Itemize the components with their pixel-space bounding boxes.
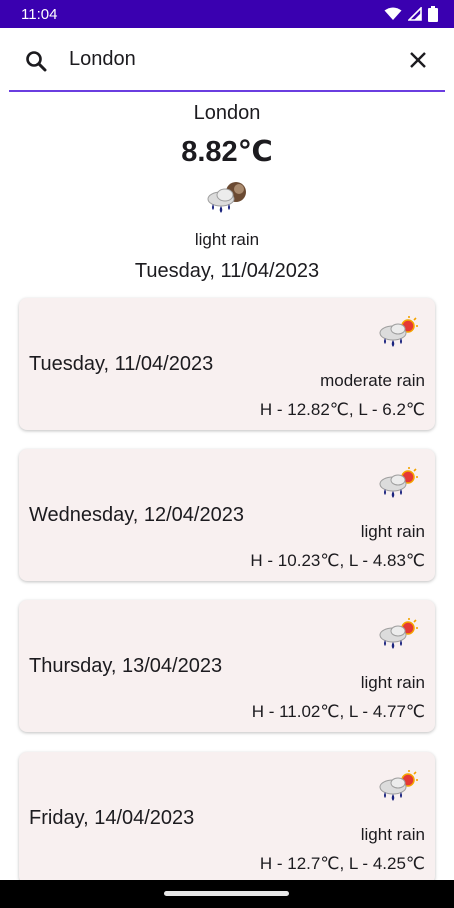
forecast-condition: light rain bbox=[360, 522, 425, 541]
forecast-card[interactable]: Thursday, 13/04/2023 light rain H - 11.0… bbox=[19, 600, 435, 732]
forecast-card[interactable]: Tuesday, 11/04/2023 moderate rain H - 12… bbox=[19, 298, 435, 430]
search-icon[interactable] bbox=[25, 50, 47, 72]
navigation-bar bbox=[0, 880, 454, 908]
forecast-card[interactable]: Friday, 14/04/2023 light rain H - 12.7℃,… bbox=[19, 752, 435, 884]
forecast-high-low: H - 12.7℃, L - 4.25℃ bbox=[259, 854, 425, 873]
wifi-icon bbox=[384, 7, 402, 20]
rain-cloud-sun-icon bbox=[379, 770, 418, 801]
forecast-high-low: H - 10.23℃, L - 4.83℃ bbox=[250, 551, 425, 570]
rain-cloud-moon-icon bbox=[207, 182, 246, 213]
search-input[interactable]: London bbox=[69, 48, 136, 71]
rain-cloud-sun-icon bbox=[379, 467, 418, 498]
forecast-date: Tuesday, 11/04/2023 bbox=[29, 353, 214, 375]
cellular-signal-icon bbox=[408, 7, 422, 21]
clear-icon[interactable] bbox=[409, 51, 427, 69]
forecast-condition: moderate rain bbox=[320, 371, 425, 390]
status-bar: 11:04 bbox=[0, 0, 454, 28]
search-bar: London bbox=[9, 28, 445, 92]
rain-cloud-sun-icon bbox=[379, 316, 418, 347]
current-date: Tuesday, 11/04/2023 bbox=[134, 260, 320, 282]
forecast-high-low: H - 11.02℃, L - 4.77℃ bbox=[251, 702, 425, 721]
status-time: 11:04 bbox=[21, 5, 58, 23]
current-temperature: 8.82℃ bbox=[181, 136, 273, 168]
battery-icon bbox=[428, 6, 438, 22]
city-name: London bbox=[193, 102, 261, 124]
forecast-high-low: H - 12.82℃, L - 6.2℃ bbox=[259, 400, 425, 419]
forecast-date: Friday, 14/04/2023 bbox=[29, 807, 195, 829]
forecast-date: Thursday, 13/04/2023 bbox=[29, 655, 223, 677]
forecast-condition: light rain bbox=[360, 673, 425, 692]
forecast-date: Wednesday, 12/04/2023 bbox=[29, 504, 244, 526]
current-condition: light rain bbox=[194, 230, 260, 249]
rain-cloud-sun-icon bbox=[379, 618, 418, 649]
status-icons bbox=[384, 6, 438, 22]
forecast-card[interactable]: Wednesday, 12/04/2023 light rain H - 10.… bbox=[19, 449, 435, 581]
home-gesture-handle[interactable] bbox=[164, 891, 289, 896]
forecast-condition: light rain bbox=[360, 825, 425, 844]
